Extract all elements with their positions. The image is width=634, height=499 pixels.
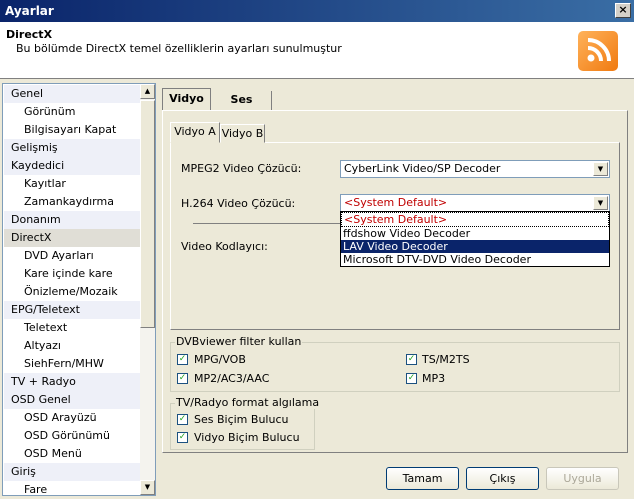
sidebar-item[interactable]: OSD Arayüzü <box>4 409 142 427</box>
sidebar-item[interactable]: OSD Menü <box>4 445 142 463</box>
apply-button[interactable]: Uygula <box>546 467 619 490</box>
sidebar-item[interactable]: Kaydedici <box>4 157 142 175</box>
mp3-checkbox[interactable]: ✓ <box>406 373 417 384</box>
sidebar-item[interactable]: Fare <box>4 481 142 499</box>
sidebar-item[interactable]: OSD Genel <box>4 391 142 409</box>
exit-button[interactable]: Çıkış <box>466 467 539 490</box>
sidebar-item[interactable]: Donanım <box>4 211 142 229</box>
sidebar-item[interactable]: Altyazı <box>4 337 142 355</box>
filter-group-title: DVBviewer filter kullan <box>175 335 303 348</box>
tab-ses[interactable]: Ses <box>212 91 272 110</box>
video-format-label: Vidyo Biçim Bulucu <box>194 431 300 444</box>
dropdown-option[interactable]: <System Default> <box>341 212 609 227</box>
scroll-up-icon[interactable]: ▲ <box>140 84 155 99</box>
window-title: Ayarlar <box>5 4 54 18</box>
sidebar-item[interactable]: Teletext <box>4 319 142 337</box>
dropdown-option-highlighted[interactable]: LAV Video Decoder <box>341 240 609 253</box>
mp3-label: MP3 <box>422 372 446 385</box>
title-bar: Ayarlar × <box>0 0 634 22</box>
h264-dropdown-list[interactable]: <System Default> ffdshow Video Decoder L… <box>340 211 610 267</box>
rss-icon <box>578 31 618 71</box>
sidebar-item[interactable]: Kayıtlar <box>4 175 142 193</box>
settings-sidebar: Genel Görünüm Bilgisayarı Kapat Gelişmiş Kay… <box>2 83 156 496</box>
ts-m2ts-label: TS/M2TS <box>422 353 470 366</box>
mpg-vob-label: MPG/VOB <box>194 353 246 366</box>
sidebar-item[interactable]: EPG/Teletext <box>4 301 142 319</box>
sidebar-item[interactable]: Bilgisayarı Kapat <box>4 121 142 139</box>
sidebar-item[interactable]: Gelişmiş <box>4 139 142 157</box>
ok-button[interactable]: Tamam <box>386 467 459 490</box>
sidebar-item[interactable]: TV + Radyo <box>4 373 142 391</box>
mpeg2-label: MPEG2 Video Çözücü: <box>181 162 302 175</box>
scroll-thumb[interactable] <box>140 100 155 328</box>
dropdown-option[interactable]: ffdshow Video Decoder <box>341 227 609 240</box>
sidebar-scrollbar[interactable]: ▲ ▼ <box>140 84 155 495</box>
close-button[interactable]: × <box>615 3 631 18</box>
sidebar-item[interactable]: DVD Ayarları <box>4 247 142 265</box>
section-title: DirectX <box>6 28 53 41</box>
h264-label: H.264 Video Çözücü: <box>181 197 296 210</box>
h264-decoder-value: <System Default> <box>344 196 448 209</box>
dropdown-option[interactable]: Microsoft DTV-DVD Video Decoder <box>341 253 609 266</box>
sidebar-item[interactable]: Görünüm <box>4 103 142 121</box>
scroll-down-icon[interactable]: ▼ <box>140 480 155 495</box>
mp2-ac3-aac-checkbox[interactable]: ✓ <box>177 373 188 384</box>
sidebar-item[interactable]: Genel <box>4 85 142 103</box>
sidebar-list: Genel Görünüm Bilgisayarı Kapat Gelişmiş Kay… <box>4 85 142 499</box>
chevron-down-icon[interactable]: ▼ <box>593 196 608 210</box>
mpeg2-decoder-select[interactable]: CyberLink Video/SP Decoder ▼ <box>340 160 610 178</box>
format-group-title: TV/Radyo format algılama <box>175 396 321 409</box>
chevron-down-icon[interactable]: ▼ <box>593 162 608 176</box>
sidebar-item[interactable]: Önizleme/Mozaik <box>4 283 142 301</box>
h264-decoder-select[interactable]: <System Default> ▼ <box>340 194 610 212</box>
audio-format-checkbox[interactable]: ✓ <box>177 414 188 425</box>
tab-vidyo-a[interactable]: Vidyo A <box>170 122 220 143</box>
sidebar-item[interactable]: SiehFern/MHW <box>4 355 142 373</box>
encoder-label: Video Kodlayıcı: <box>181 240 268 253</box>
video-format-checkbox[interactable]: ✓ <box>177 432 188 443</box>
header-panel: DirectX Bu bölümde DirectX temel özellik… <box>0 22 634 79</box>
audio-format-label: Ses Biçim Bulucu <box>194 413 289 426</box>
ts-m2ts-checkbox[interactable]: ✓ <box>406 354 417 365</box>
mp2-ac3-aac-label: MP2/AC3/AAC <box>194 372 270 385</box>
tab-vidyo[interactable]: Vidyo <box>162 88 211 110</box>
mpeg2-decoder-value: CyberLink Video/SP Decoder <box>344 162 501 175</box>
section-subtitle: Bu bölümde DirectX temel özelliklerin ay… <box>16 42 342 55</box>
sidebar-item[interactable]: Zamankaydırma <box>4 193 142 211</box>
tab-vidyo-b[interactable]: Vidyo B <box>220 124 265 143</box>
mpg-vob-checkbox[interactable]: ✓ <box>177 354 188 365</box>
sidebar-item[interactable]: Kare içinde kare <box>4 265 142 283</box>
sidebar-item[interactable]: Giriş <box>4 463 142 481</box>
divider <box>193 223 340 224</box>
sidebar-item[interactable]: OSD Görünümü <box>4 427 142 445</box>
sidebar-item[interactable]: DirectX <box>4 229 142 247</box>
